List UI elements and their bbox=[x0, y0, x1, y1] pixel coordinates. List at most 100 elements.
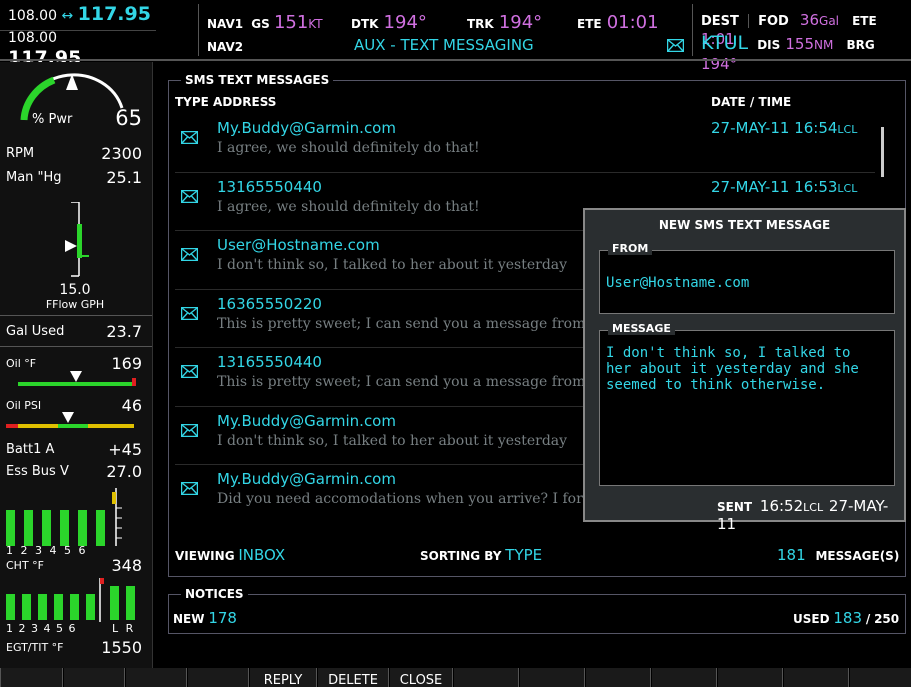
message-address: My.Buddy@Garmin.com bbox=[217, 470, 396, 488]
nav1-active-frequency: 108.00 bbox=[8, 8, 57, 24]
nav1-standby-frequency[interactable]: 117.95 bbox=[78, 3, 151, 25]
message-datetime: 27-MAY-11 16:53LCL bbox=[711, 177, 858, 196]
nav2-status-row: NAV2 bbox=[207, 36, 243, 55]
message-preview: This is pretty sweet; I can send you a m… bbox=[217, 374, 586, 390]
softkey-blank[interactable] bbox=[716, 668, 784, 687]
softkey-blank[interactable] bbox=[584, 668, 652, 687]
notices-used-separator: / bbox=[865, 612, 871, 626]
reply-softkey[interactable]: REPLY bbox=[248, 668, 318, 687]
sent-timestamp: SENT 16:52LCL 27-MAY-11 bbox=[717, 497, 904, 533]
message-count-label: MESSAGE(S) bbox=[815, 549, 900, 563]
close-softkey[interactable]: CLOSE bbox=[388, 668, 454, 687]
softkey-blank[interactable] bbox=[518, 668, 586, 687]
message-address: User@Hostname.com bbox=[217, 236, 380, 254]
notices-new-label: NEW bbox=[173, 612, 205, 626]
sent-tz: LCL bbox=[803, 501, 824, 514]
message-envelope-icon bbox=[666, 37, 685, 56]
column-header-datetime: DATE / TIME bbox=[711, 95, 792, 109]
oil-press-red-low bbox=[6, 424, 18, 428]
message-line: I don't think so, I talked to bbox=[606, 345, 851, 361]
gs-value: 151 bbox=[273, 12, 309, 33]
manifold-label: Man "Hg bbox=[6, 170, 62, 185]
envelope-icon bbox=[180, 363, 199, 382]
nav1-label: NAV1 bbox=[207, 17, 244, 31]
message-preview: Did you need accomodations when you arri… bbox=[217, 491, 606, 507]
envelope-icon bbox=[180, 246, 199, 265]
softkey-blank[interactable] bbox=[0, 668, 64, 687]
egt-bar-graph bbox=[6, 578, 135, 622]
fuel-flow-value: 15.0 bbox=[59, 282, 91, 298]
notices-used-value: 183 bbox=[833, 609, 863, 627]
sms-section-title: SMS TEXT MESSAGES bbox=[181, 73, 334, 87]
ess-bus-label: Ess Bus V bbox=[6, 464, 69, 479]
softkey-blank[interactable] bbox=[782, 668, 850, 687]
fuel-flow-label: FFlow GPH bbox=[45, 298, 105, 311]
waypoint-row: KTUL DIS 155NM BRG 194° bbox=[701, 32, 911, 73]
sorting-label: SORTING BY bbox=[420, 549, 502, 563]
message-datetime: 27-MAY-11 16:54LCL bbox=[711, 119, 858, 137]
gal-used-value: 23.7 bbox=[106, 322, 142, 341]
dis-unit: NM bbox=[814, 38, 834, 52]
nav1-status-row: NAV1 GS 151KT bbox=[207, 12, 323, 33]
notices-used-total: 250 bbox=[874, 612, 900, 626]
viewing-label: VIEWING bbox=[175, 549, 235, 563]
dest-ete-label: ETE bbox=[852, 14, 877, 28]
cht-bar-graph bbox=[6, 488, 122, 546]
softkey-blank[interactable] bbox=[848, 668, 911, 687]
popup-title: NEW SMS TEXT MESSAGE bbox=[658, 218, 831, 232]
message-address: My.Buddy@Garmin.com bbox=[217, 411, 396, 430]
destination-box: DEST FOD 36Gal ETE 1:01 KTUL DIS 155NM B… bbox=[692, 4, 911, 73]
cht-value: 348 bbox=[111, 556, 142, 575]
dis-value: 155 bbox=[785, 35, 814, 53]
divider bbox=[0, 346, 152, 347]
column-header-type-address: TYPE ADDRESS bbox=[175, 95, 277, 109]
message-label: MESSAGE bbox=[608, 322, 675, 335]
oil-temp-label: Oil °F bbox=[6, 357, 37, 370]
destination-waypoint[interactable]: KTUL bbox=[701, 32, 748, 54]
gal-used-row: Gal Used 23.7 bbox=[6, 322, 142, 341]
softkey-blank[interactable] bbox=[124, 668, 188, 687]
message-row[interactable]: My.Buddy@Garmin.com I agree, we should de… bbox=[175, 117, 885, 173]
egt-row: EGT/TIT °F 1550 bbox=[6, 638, 142, 657]
nav2-frequency-row: 108.00 117.95 bbox=[8, 28, 156, 68]
trk-value: 194° bbox=[498, 12, 543, 33]
nav-status-box: NAV1 GS 151KT DTK 194° TRK 194° ETE 01:0… bbox=[198, 4, 687, 56]
divider bbox=[0, 59, 911, 61]
dest-value: FOD bbox=[758, 14, 789, 29]
softkey-blank[interactable] bbox=[650, 668, 718, 687]
scrollbar[interactable] bbox=[881, 127, 884, 177]
viewing-value[interactable]: INBOX bbox=[238, 546, 285, 564]
cht-cylinder-numbers: 1 2 3 4 5 6 bbox=[6, 544, 88, 557]
rpm-label: RPM bbox=[6, 146, 35, 161]
from-box: FROM User@Hostname.com bbox=[599, 242, 895, 314]
sorting-value[interactable]: TYPE bbox=[505, 546, 542, 564]
sent-label: SENT bbox=[717, 500, 753, 514]
message-count-value: 181 bbox=[777, 546, 806, 564]
ete-value: 01:01 bbox=[606, 12, 659, 33]
delete-softkey[interactable]: DELETE bbox=[316, 668, 390, 687]
cht-row: CHT °F 348 bbox=[6, 556, 142, 575]
dest-label: DEST bbox=[701, 14, 739, 29]
softkey-blank[interactable] bbox=[62, 668, 126, 687]
trk-readout: TRK 194° bbox=[467, 12, 542, 33]
top-bar: 108.00 ↔ 117.95 108.00 117.95 NAV1 GS 15… bbox=[0, 0, 911, 73]
notices-used-label: USED bbox=[793, 612, 830, 626]
new-sms-popup: NEW SMS TEXT MESSAGE FROM User@Hostname.… bbox=[583, 208, 906, 533]
softkey-blank[interactable] bbox=[186, 668, 250, 687]
notices-panel: NOTICES NEW 178 USED 183 / 250 bbox=[168, 587, 906, 634]
pwr-label: % Pwr bbox=[32, 112, 73, 127]
message-count: 181 MESSAGE(S) bbox=[777, 546, 899, 564]
softkey-blank[interactable] bbox=[452, 668, 520, 687]
cht-label: CHT °F bbox=[6, 559, 44, 572]
ess-bus-row: Ess Bus V 27.0 bbox=[6, 462, 142, 481]
oil-press-value: 46 bbox=[121, 396, 142, 415]
brg-label: BRG bbox=[846, 38, 875, 52]
fuel-value: 36 bbox=[799, 11, 820, 29]
brg-value: 194° bbox=[701, 55, 738, 73]
dtk-value: 194° bbox=[383, 12, 427, 33]
battery-label: Batt1 A bbox=[6, 442, 55, 457]
message-body: I don't think so, I talked to her about … bbox=[606, 345, 859, 393]
egt-label: EGT/TIT °F bbox=[6, 641, 64, 654]
swap-arrow-icon[interactable]: ↔ bbox=[61, 8, 73, 24]
gal-used-label: Gal Used bbox=[6, 324, 65, 339]
